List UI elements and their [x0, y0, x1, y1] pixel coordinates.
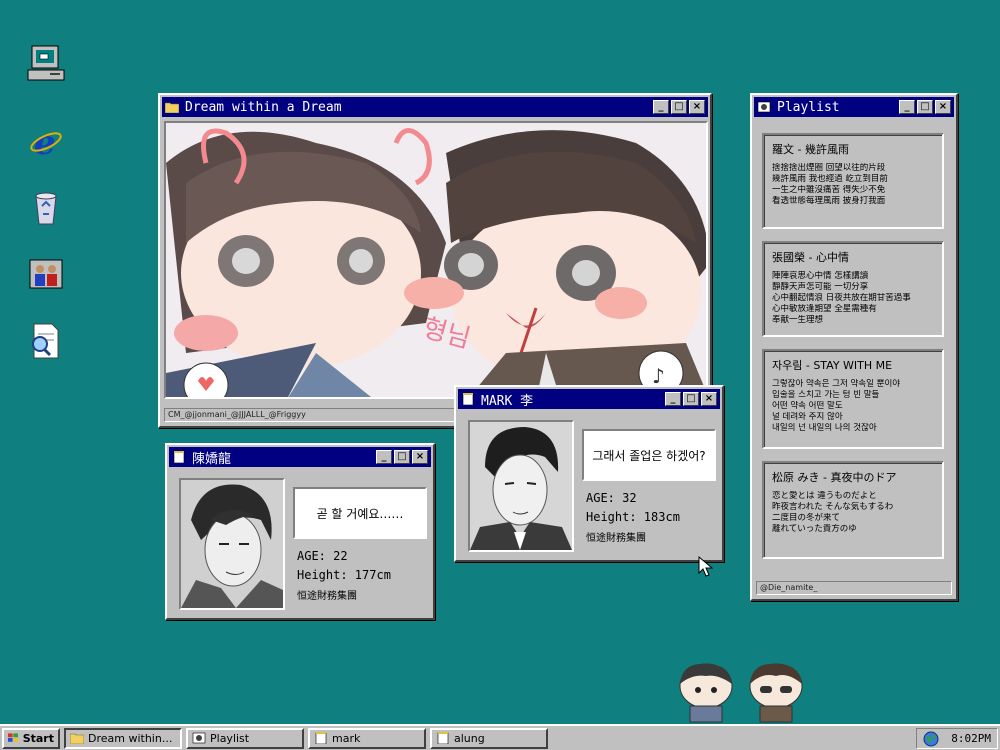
- mouse-cursor-icon: [698, 556, 714, 577]
- song-lyric: 恋と愛とは 違うものだよと: [772, 491, 877, 501]
- song-lyric: 二度目の冬が来て: [772, 513, 841, 523]
- song-lyric: 陣陣哀思心中情 怎樣講讀: [772, 271, 869, 281]
- notepad-icon: [173, 451, 185, 463]
- song-lyric: 奉献一生理想: [772, 315, 824, 325]
- notepad-icon: [315, 732, 327, 744]
- maximize-button[interactable]: □: [394, 450, 410, 464]
- song-title: 羅文 - 幾許風雨: [772, 143, 849, 156]
- taskbar-item-mark[interactable]: mark: [308, 727, 426, 749]
- playlist-title: Playlist: [777, 99, 840, 115]
- taskbar-item-label: alung: [454, 731, 485, 745]
- song-lyric: 널 데려와 주지 않아: [772, 412, 843, 422]
- song-title: 張國榮 - 心中情: [772, 251, 849, 264]
- dream-window[interactable]: Dream within a Dream _ □ × ♪ 형님 CM_@jjon…: [158, 93, 712, 428]
- chen-profile-window[interactable]: 陳嬌龍 _ □ × 곧 할 거예요…… AGE: 22 Height: 177c…: [165, 443, 435, 620]
- song-card[interactable]: 松原 みき - 真夜中のドア 恋と愛とは 違うものだよと 昨夜言われた そんな気…: [762, 461, 944, 559]
- chen-age: AGE: 22: [297, 549, 348, 563]
- maximize-button[interactable]: □: [683, 392, 699, 406]
- chen-organization: 恒途財務集團: [297, 591, 357, 602]
- chen-title: 陳嬌龍: [192, 451, 232, 467]
- song-lyric: 그렇잖아 약속은 그저 약속일 뿐이야: [772, 379, 901, 389]
- start-button[interactable]: Start: [2, 727, 60, 749]
- song-lyric: 捨捨捨出煙圈 回望以往的片段: [772, 163, 886, 173]
- song-lyric: 離れていった貴方のゆ: [772, 524, 857, 534]
- svg-text:e: e: [34, 123, 56, 162]
- mark-portrait: [468, 420, 574, 552]
- clock[interactable]: 8:02PM: [951, 732, 991, 745]
- playlist-titlebar[interactable]: Playlist _ □ ×: [754, 97, 954, 117]
- mark-speech-bubble: 그래서 졸업은 하겠어?: [582, 429, 716, 481]
- song-lyric: 幾許風雨 我也經過 屹立到目前: [772, 174, 888, 184]
- folder-icon: [70, 733, 84, 744]
- recycle-bin-icon[interactable]: [24, 190, 68, 230]
- dream-artwork: ♪ 형님: [164, 121, 708, 399]
- song-lyric: 내일의 넌 내일의 나의 것잖아: [772, 423, 877, 433]
- taskbar-item-alung[interactable]: alung: [430, 727, 548, 749]
- chen-speech-bubble: 곧 할 거예요……: [293, 487, 427, 539]
- mark-organization: 恒途財務集團: [586, 533, 646, 544]
- system-tray: 8:02PM: [916, 728, 998, 749]
- song-title: 자우림 - STAY WITH ME: [772, 359, 893, 372]
- chen-height: Height: 177cm: [297, 568, 391, 582]
- cd-player-icon: [757, 101, 771, 113]
- chen-titlebar[interactable]: 陳嬌龍 _ □ ×: [169, 447, 431, 467]
- close-button[interactable]: ×: [935, 100, 951, 114]
- mark-height: Height: 183cm: [586, 510, 680, 524]
- song-lyric: 心中翻起情浪 日夜共放在期甘苦過事: [772, 293, 911, 303]
- globe-icon[interactable]: [923, 731, 939, 747]
- taskbar-item-label: mark: [332, 731, 361, 745]
- maximize-button[interactable]: □: [671, 100, 687, 114]
- taskbar: Start Dream within... Playlist mark alun…: [0, 724, 1000, 750]
- network-people-icon[interactable]: [24, 256, 68, 296]
- song-card[interactable]: 張國榮 - 心中情 陣陣哀思心中情 怎樣講讀 靜靜天声怎可能 一切分享 心中翻起…: [762, 241, 944, 337]
- song-card[interactable]: 羅文 - 幾許風雨 捨捨捨出煙圈 回望以往的片段 幾許風雨 我也經過 屹立到目前…: [762, 133, 944, 229]
- song-lyric: 어떤 약속 어떤 말도: [772, 401, 843, 411]
- minimize-button[interactable]: _: [376, 450, 392, 464]
- close-button[interactable]: ×: [689, 100, 705, 114]
- minimize-button[interactable]: _: [653, 100, 669, 114]
- song-lyric: 一生之中雖沒痛苦 得失少不免: [772, 185, 886, 195]
- taskbar-item-playlist[interactable]: Playlist: [186, 727, 304, 749]
- mark-profile-window[interactable]: MARK 李 _ □ × 그래서 졸업은 하겠어? AGE: 32 Height…: [454, 385, 724, 562]
- song-lyric: 心中敏放逢期望 全星需種有: [772, 304, 877, 314]
- taskbar-item-dream[interactable]: Dream within...: [64, 727, 182, 749]
- playlist-window[interactable]: Playlist _ □ × 羅文 - 幾許風雨 捨捨捨出煙圈 回望以往的片段 …: [750, 93, 958, 601]
- mark-age: AGE: 32: [586, 491, 637, 505]
- mark-title: MARK 李: [481, 393, 534, 409]
- song-card[interactable]: 자우림 - STAY WITH ME 그렇잖아 약속은 그저 약속일 뿐이야 입…: [762, 349, 944, 449]
- cd-player-icon: [192, 732, 206, 744]
- dream-titlebar[interactable]: Dream within a Dream _ □ ×: [162, 97, 708, 117]
- start-label: Start: [22, 731, 54, 745]
- notepad-icon: [462, 393, 474, 405]
- notepad-icon: [437, 732, 449, 744]
- maximize-button[interactable]: □: [917, 100, 933, 114]
- song-lyric: 看透世態每理風雨 披身打我面: [772, 196, 886, 206]
- minimize-button[interactable]: _: [665, 392, 681, 406]
- song-lyric: 입술을 스치고 가는 텅 빈 말들: [772, 390, 880, 400]
- close-button[interactable]: ×: [701, 392, 717, 406]
- close-button[interactable]: ×: [412, 450, 428, 464]
- dream-title: Dream within a Dream: [185, 99, 342, 115]
- chibi-characters-sticker: [679, 663, 803, 723]
- song-lyric: 靜靜天声怎可能 一切分享: [772, 282, 869, 292]
- windows-logo-icon: [8, 733, 18, 742]
- taskbar-item-label: Dream within...: [88, 731, 173, 745]
- document-search-icon[interactable]: [24, 322, 68, 362]
- song-title: 松原 みき - 真夜中のドア: [772, 471, 897, 484]
- my-computer-icon[interactable]: [24, 44, 68, 84]
- song-lyric: 昨夜言われた そんな気もするわ: [772, 502, 894, 512]
- minimize-button[interactable]: _: [899, 100, 915, 114]
- taskbar-item-label: Playlist: [210, 731, 250, 745]
- chen-portrait: [179, 478, 285, 610]
- mark-titlebar[interactable]: MARK 李 _ □ ×: [458, 389, 720, 409]
- playlist-statusbar: @Die_namite_: [756, 581, 952, 595]
- internet-explorer-icon[interactable]: e: [24, 122, 68, 163]
- folder-icon: [165, 102, 179, 113]
